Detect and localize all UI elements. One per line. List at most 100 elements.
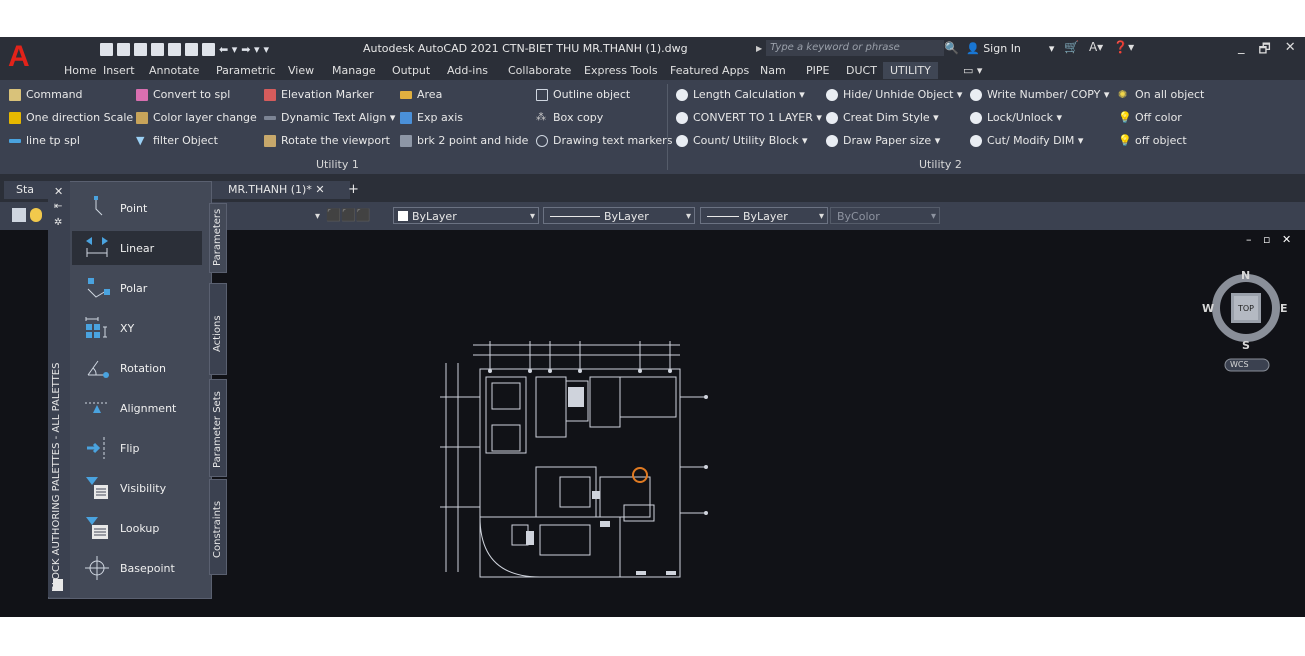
palette-properties-icon[interactable]: ✲ <box>54 217 62 228</box>
count-utility-block-button[interactable]: Count/ Utility Block ▾ <box>676 134 808 147</box>
filter-object-button[interactable]: ▼ filter Object <box>136 134 218 147</box>
tab-duct[interactable]: DUCT <box>846 64 877 77</box>
creat-dim-style-button[interactable]: Creat Dim Style ▾ <box>826 111 939 124</box>
convert-to-1-layer-button[interactable]: CONVERT TO 1 LAYER ▾ <box>676 111 822 124</box>
compass-south[interactable]: S <box>1242 339 1250 352</box>
palette-item-lookup[interactable]: Lookup <box>72 511 202 545</box>
save-as-icon[interactable] <box>151 42 164 56</box>
exp-axis-button[interactable]: Exp axis <box>400 111 463 124</box>
ribbon-display-toggle-icon[interactable]: ▭ ▾ <box>963 64 982 77</box>
area-button[interactable]: Area <box>400 88 442 101</box>
dynamic-text-align-button[interactable]: Dynamic Text Align ▾ <box>264 111 395 124</box>
viewcube-top-face[interactable]: TOP <box>1238 304 1254 313</box>
convert-to-spl-button[interactable]: Convert to spl <box>136 88 230 101</box>
new-tab-button[interactable]: + <box>348 181 359 199</box>
palette-item-linear[interactable]: Linear <box>72 231 202 265</box>
on-all-object-button[interactable]: ✺ On all object <box>1118 88 1204 101</box>
help-icon[interactable]: ❓▾ <box>1113 40 1134 54</box>
tab-parametric[interactable]: Parametric <box>216 64 276 77</box>
color-layer-change-button[interactable]: Color layer change <box>136 111 257 124</box>
viewcube[interactable]: N S E W TOP WCS <box>1202 266 1288 376</box>
compass-east[interactable]: E <box>1280 302 1288 315</box>
minimize-icon[interactable]: _ <box>1238 40 1245 62</box>
tab-collaborate[interactable]: Collaborate <box>508 64 571 77</box>
tab-add-ins[interactable]: Add-ins <box>447 64 488 77</box>
open-icon[interactable] <box>117 42 130 56</box>
outline-object-button[interactable]: Outline object <box>536 88 630 101</box>
color-layer-change-label: Color layer change <box>153 111 257 124</box>
floor-plan-drawing[interactable] <box>440 327 720 587</box>
autodesk-app-icon[interactable]: A▾ <box>1089 40 1103 54</box>
linetype-dropdown[interactable]: ByLayer ▾ <box>543 207 695 224</box>
elevation-marker-button[interactable]: Elevation Marker <box>264 88 374 101</box>
one-direction-scale-button[interactable]: One direction Scale <box>9 111 133 124</box>
save-icon[interactable] <box>134 42 147 56</box>
restore-icon[interactable]: 🗗 <box>1259 40 1271 62</box>
hide-unhide-object-button[interactable]: Hide/ Unhide Object ▾ <box>826 88 962 101</box>
new-icon[interactable] <box>100 42 113 56</box>
wcs-menu[interactable]: WCS <box>1230 360 1249 369</box>
palette-item-alignment[interactable]: Alignment <box>72 391 202 425</box>
draw-paper-size-button[interactable]: Draw Paper size ▾ <box>826 134 940 147</box>
box-copy-button[interactable]: ⁂ Box copy <box>536 111 603 124</box>
search-field[interactable]: ▶ Type a keyword or phrase <box>756 39 944 57</box>
palette-item-point[interactable]: Point <box>72 191 202 225</box>
search-input[interactable]: Type a keyword or phrase <box>766 40 944 56</box>
palette-item-visibility[interactable]: Visibility <box>72 471 202 505</box>
palette-item-flip[interactable]: Flip <box>72 431 202 465</box>
tab-utility[interactable]: UTILITY <box>883 62 938 79</box>
palette-item-xy[interactable]: XY <box>72 311 202 345</box>
cart-icon[interactable]: 🛒 <box>1064 40 1079 54</box>
line-tp-spl-button[interactable]: line tp spl <box>9 134 80 147</box>
off-color-button[interactable]: 💡 Off color <box>1118 111 1182 124</box>
close-tab-icon[interactable]: ✕ <box>315 183 324 196</box>
web-mobile-icon[interactable] <box>168 42 181 56</box>
sign-in-button[interactable]: 👤 Sign In ▾ <box>966 42 1054 55</box>
tab-view[interactable]: View <box>288 64 314 77</box>
autocad-logo-icon[interactable]: A <box>8 40 32 74</box>
command-button[interactable]: Command <box>9 88 83 101</box>
palette-autohide-icon[interactable]: ⇤ <box>54 201 62 212</box>
tab-nam[interactable]: Nam <box>760 64 786 77</box>
drawing-text-markers-button[interactable]: Drawing text markers <box>536 134 672 147</box>
plot-icon[interactable] <box>185 42 198 56</box>
layer-tools-icon[interactable]: ⬛⬛⬛ <box>326 208 371 222</box>
lock-unlock-button[interactable]: Lock/Unlock ▾ <box>970 111 1062 124</box>
tab-output[interactable]: Output <box>392 64 430 77</box>
customize-qat-icon[interactable]: ▾ <box>264 43 270 56</box>
palette-item-rotation[interactable]: Rotation <box>72 351 202 385</box>
palette-item-polar[interactable]: Polar <box>72 271 202 305</box>
compass-west[interactable]: W <box>1202 302 1214 315</box>
palette-tab-parameters[interactable]: Parameters <box>209 203 227 273</box>
search-icon[interactable]: 🔍 <box>944 41 959 55</box>
tab-featured-apps[interactable]: Featured Apps <box>670 64 749 77</box>
viewport-controls[interactable]: – ▫ ✕ <box>1246 233 1295 246</box>
print-icon[interactable] <box>202 42 215 56</box>
write-number-copy-button[interactable]: Write Number/ COPY ▾ <box>970 88 1109 101</box>
tab-home[interactable]: Home <box>64 64 96 77</box>
rotate-the-viewport-button[interactable]: Rotate the viewport <box>264 134 390 147</box>
lineweight-dropdown[interactable]: ByLayer ▾ <box>700 207 828 224</box>
cut-modify-dim-button[interactable]: Cut/ Modify DIM ▾ <box>970 134 1083 147</box>
layer-bulb-icon[interactable] <box>30 208 42 222</box>
tab-pipe[interactable]: PIPE <box>806 64 829 77</box>
redo-icon[interactable]: ➡ ▾ <box>241 43 259 56</box>
palette-close-icon[interactable]: ✕ <box>54 185 63 198</box>
palette-tab-constraints[interactable]: Constraints <box>209 479 227 575</box>
color-dropdown[interactable]: ByLayer ▾ <box>393 207 539 224</box>
tab-insert[interactable]: Insert <box>103 64 135 77</box>
brk-2-point-and-hide-button[interactable]: brk 2 point and hide <box>400 134 528 147</box>
length-calculation-button[interactable]: Length Calculation ▾ <box>676 88 805 101</box>
tab-annotate[interactable]: Annotate <box>149 64 199 77</box>
tab-manage[interactable]: Manage <box>332 64 376 77</box>
layer-properties-icon[interactable] <box>12 208 26 222</box>
undo-icon[interactable]: ⬅ ▾ <box>219 43 237 56</box>
compass-north[interactable]: N <box>1241 269 1250 282</box>
off-object-button[interactable]: 💡 off object <box>1118 134 1187 147</box>
tab-express-tools[interactable]: Express Tools <box>584 64 658 77</box>
palette-item-basepoint[interactable]: Basepoint <box>72 551 202 585</box>
close-icon[interactable]: ✕ <box>1285 40 1296 62</box>
layer-dropdown[interactable]: ▾ <box>226 207 324 224</box>
palette-tab-parameter-sets[interactable]: Parameter Sets <box>209 379 227 477</box>
palette-tab-actions[interactable]: Actions <box>209 283 227 375</box>
